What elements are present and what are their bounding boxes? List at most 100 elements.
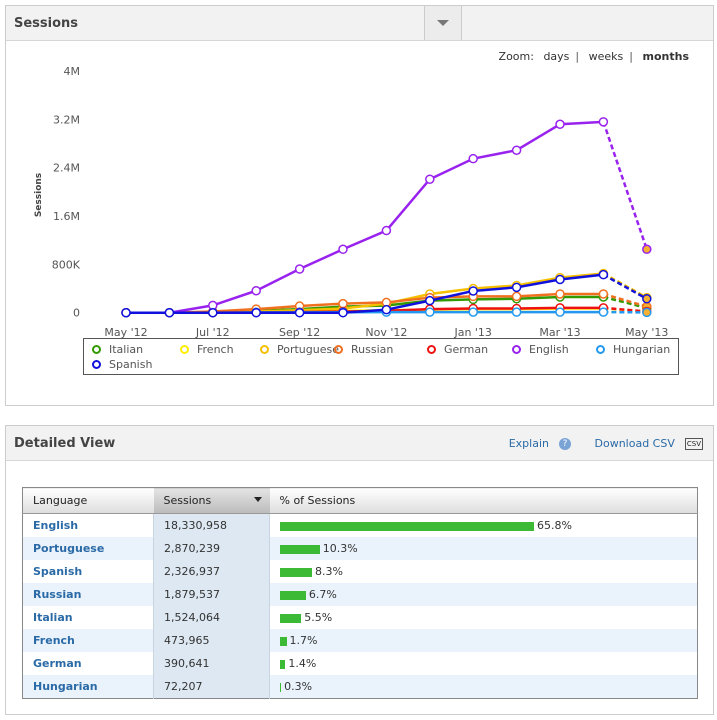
language-cell[interactable]: Hungarian bbox=[22, 675, 154, 699]
pct-bar bbox=[280, 682, 282, 692]
data-point[interactable] bbox=[294, 264, 305, 274]
series-english bbox=[121, 117, 652, 318]
language-cell[interactable]: Portuguese bbox=[22, 537, 154, 560]
data-point[interactable] bbox=[251, 285, 261, 296]
language-cell[interactable]: Spanish bbox=[23, 560, 154, 583]
table-row: English 18,330,958 65.8% bbox=[23, 513, 698, 538]
legend-label: Spanish bbox=[109, 358, 153, 371]
data-point[interactable] bbox=[338, 307, 348, 318]
language-cell[interactable]: Italian bbox=[23, 606, 154, 629]
csv-icon: CSV bbox=[684, 438, 703, 450]
y-tick-label: 2.4M bbox=[53, 162, 80, 175]
table-row: French 473,965 1.7% bbox=[22, 629, 698, 652]
column-language[interactable]: Language bbox=[22, 487, 154, 514]
sessions-chart: Sessions 0800K1.6M2.4M3.2M4MMay '12 Jul '… bbox=[34, 65, 668, 339]
data-point[interactable] bbox=[598, 289, 609, 299]
data-point[interactable] bbox=[208, 307, 218, 318]
pct-label: 5.5% bbox=[304, 611, 333, 624]
pct-label: 6.7% bbox=[308, 588, 337, 601]
language-cell[interactable]: Russian bbox=[22, 583, 154, 606]
data-point[interactable] bbox=[338, 244, 348, 255]
pct-cell: 10.3% bbox=[269, 537, 698, 560]
legend-item-german[interactable]: German bbox=[427, 343, 488, 356]
data-point[interactable] bbox=[381, 225, 392, 236]
data-point[interactable] bbox=[511, 307, 522, 317]
data-point[interactable] bbox=[425, 295, 435, 306]
legend-item-spanish[interactable]: Spanish bbox=[92, 358, 152, 371]
pct-cell: 6.7% bbox=[269, 583, 698, 606]
column-sessions[interactable]: Sessions bbox=[153, 487, 270, 514]
sort-desc-icon bbox=[253, 497, 262, 502]
data-point[interactable] bbox=[598, 117, 609, 127]
legend-item-hungarian[interactable]: Hungarian bbox=[596, 343, 670, 356]
data-point[interactable] bbox=[555, 289, 565, 299]
data-point[interactable] bbox=[598, 269, 609, 280]
data-point[interactable] bbox=[381, 304, 392, 315]
pct-label: 10.3% bbox=[322, 542, 358, 555]
download-csv-link[interactable]: Download CSV CSV bbox=[585, 437, 703, 450]
detailed-view-panel: Detailed View Explain? Download CSV CSV L… bbox=[5, 425, 714, 715]
data-point[interactable] bbox=[555, 307, 565, 317]
data-point[interactable] bbox=[468, 307, 478, 317]
data-point[interactable] bbox=[251, 307, 261, 318]
pct-label: 0.3% bbox=[284, 680, 313, 693]
data-point[interactable] bbox=[468, 286, 478, 296]
pct-cell: 5.5% bbox=[270, 606, 698, 629]
data-point[interactable] bbox=[511, 282, 522, 293]
data-point[interactable] bbox=[555, 274, 565, 285]
data-point[interactable] bbox=[511, 291, 522, 302]
column-pct[interactable]: % of Sessions bbox=[269, 487, 698, 514]
data-point[interactable] bbox=[642, 294, 652, 304]
legend-item-french[interactable]: French bbox=[180, 343, 234, 356]
sessions-cell: 72,207 bbox=[153, 675, 270, 699]
table-row: German 390,641 1.4% bbox=[23, 652, 698, 675]
pct-cell: 1.7% bbox=[269, 629, 698, 652]
legend-label: Hungarian bbox=[613, 343, 671, 356]
legend-label: German bbox=[444, 343, 489, 356]
y-tick-label: 800K bbox=[52, 258, 81, 271]
table-row: Hungarian 72,207 0.3% bbox=[22, 675, 698, 699]
circle-marker-icon bbox=[596, 345, 605, 354]
data-point[interactable] bbox=[642, 307, 652, 318]
pct-cell: 0.3% bbox=[269, 675, 698, 699]
data-point[interactable] bbox=[294, 307, 305, 318]
table-row: Portuguese 2,870,239 10.3% bbox=[22, 537, 698, 560]
table-row: Spanish 2,326,937 8.3% bbox=[23, 560, 698, 583]
language-cell[interactable]: English bbox=[23, 514, 154, 538]
pct-label: 65.8% bbox=[536, 519, 572, 532]
data-point[interactable] bbox=[338, 298, 348, 309]
legend-item-russian[interactable]: Russian bbox=[334, 343, 393, 356]
circle-marker-icon bbox=[512, 345, 521, 354]
language-cell[interactable]: German bbox=[23, 652, 154, 675]
y-tick-label: 4M bbox=[64, 65, 81, 78]
legend-item-english[interactable]: English bbox=[512, 343, 569, 356]
data-point[interactable] bbox=[642, 244, 652, 255]
data-point[interactable] bbox=[425, 174, 435, 184]
circle-marker-icon bbox=[260, 345, 269, 354]
help-icon: ? bbox=[559, 438, 571, 450]
legend-item-italian[interactable]: Italian bbox=[92, 343, 143, 356]
pct-label: 1.4% bbox=[288, 657, 317, 670]
pct-cell: 8.3% bbox=[270, 560, 698, 583]
legend-label: French bbox=[197, 343, 234, 356]
data-point[interactable] bbox=[555, 119, 565, 130]
data-point[interactable] bbox=[598, 307, 609, 317]
data-point[interactable] bbox=[121, 307, 131, 318]
y-tick-label: 0 bbox=[73, 307, 80, 320]
explain-link[interactable]: Explain? bbox=[499, 437, 571, 450]
chart-legend: Italian French Portuguese Russian German Engl… bbox=[83, 338, 679, 375]
series-line-partial bbox=[603, 295, 648, 310]
sessions-cell: 2,870,239 bbox=[153, 537, 270, 560]
legend-item-portuguese[interactable]: Portuguese bbox=[260, 343, 339, 356]
data-point[interactable] bbox=[164, 307, 175, 318]
pct-bar bbox=[280, 521, 534, 531]
legend-label: Italian bbox=[109, 343, 144, 356]
data-point[interactable] bbox=[468, 153, 478, 164]
data-point[interactable] bbox=[511, 145, 522, 155]
language-cell[interactable]: French bbox=[22, 629, 154, 652]
sessions-cell: 18,330,958 bbox=[153, 513, 270, 537]
sessions-cell: 473,965 bbox=[153, 629, 270, 652]
data-point[interactable] bbox=[425, 307, 435, 317]
circle-marker-icon bbox=[334, 345, 343, 354]
pct-label: 1.7% bbox=[289, 634, 318, 647]
